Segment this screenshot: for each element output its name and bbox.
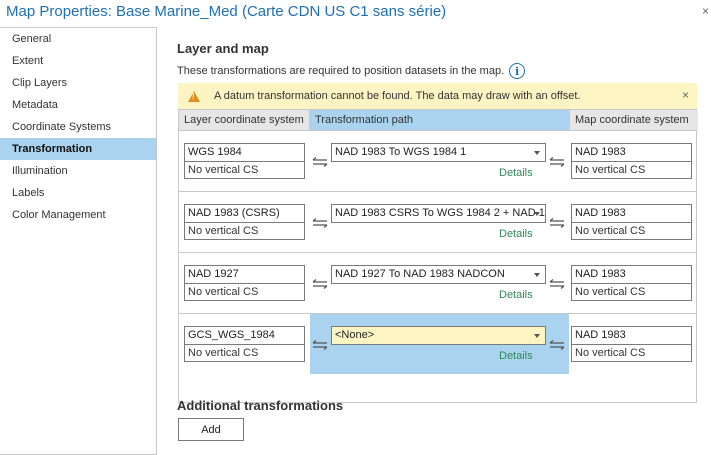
map-cs-box: NAD 1983 No vertical CS — [571, 204, 692, 240]
swap-arrows-icon — [549, 340, 565, 350]
layer-cs-name: NAD 1983 (CSRS) — [185, 205, 304, 223]
column-header-transformation-path[interactable]: Transformation path — [310, 110, 569, 130]
map-cs-name: NAD 1983 — [572, 266, 691, 284]
map-cs-name: NAD 1983 — [572, 144, 691, 162]
layer-vcs-name: No vertical CS — [188, 225, 259, 237]
column-header-layer-cs[interactable]: Layer coordinate system — [179, 110, 310, 130]
details-link[interactable]: Details — [499, 289, 533, 301]
swap-arrows-icon — [312, 218, 328, 228]
section-heading-layer-and-map: Layer and map — [177, 41, 269, 56]
map-vcs-name: No vertical CS — [575, 225, 646, 237]
warning-icon — [188, 90, 200, 102]
sidebar-item-metadata[interactable]: Metadata — [0, 94, 156, 116]
chevron-down-icon — [534, 273, 540, 277]
window-title: Map Properties: Base Marine_Med (Carte C… — [6, 3, 447, 20]
chevron-down-icon — [534, 212, 540, 216]
map-vcs-name: No vertical CS — [575, 347, 646, 359]
sidebar-item-transformation[interactable]: Transformation — [0, 138, 156, 160]
content-panel: Layer and map These transformations are … — [165, 27, 711, 455]
map-vcs-name: No vertical CS — [575, 286, 646, 298]
transformation-path-value: NAD 1983 CSRS To WGS 1984 2 + NAD 1 — [335, 207, 545, 219]
chevron-down-icon — [534, 151, 540, 155]
close-icon[interactable]: × — [682, 88, 689, 102]
map-cs-name: NAD 1983 — [572, 205, 691, 223]
layer-cs-box: GCS_WGS_1984 No vertical CS — [184, 326, 305, 362]
swap-arrows-icon — [312, 279, 328, 289]
table-row[interactable]: NAD 1983 (CSRS) No vertical CS NAD 1983 … — [179, 191, 696, 252]
transformation-path-dropdown[interactable]: NAD 1983 CSRS To WGS 1984 2 + NAD 1 — [331, 204, 546, 223]
transformation-table: Layer coordinate system Transformation p… — [178, 109, 698, 403]
chevron-down-icon — [534, 334, 540, 338]
transformation-path-value: <None> — [335, 329, 375, 341]
close-icon[interactable]: × — [702, 4, 709, 18]
layer-cs-name: GCS_WGS_1984 — [185, 327, 304, 345]
swap-arrows-icon — [549, 279, 565, 289]
table-row[interactable]: NAD 1927 No vertical CS NAD 1927 To NAD … — [179, 252, 696, 313]
layer-vcs-name: No vertical CS — [188, 347, 259, 359]
map-vcs-name: No vertical CS — [575, 164, 646, 176]
sidebar-item-clip-layers[interactable]: Clip Layers — [0, 72, 156, 94]
sidebar-item-coordinate-systems[interactable]: Coordinate Systems — [0, 116, 156, 138]
map-cs-box: NAD 1983 No vertical CS — [571, 326, 692, 362]
sidebar: General Extent Clip Layers Metadata Coor… — [0, 27, 157, 455]
sidebar-item-extent[interactable]: Extent — [0, 50, 156, 72]
table-row[interactable]: GCS_WGS_1984 No vertical CS <None> Detai… — [179, 313, 696, 374]
description: These transformations are required to po… — [177, 63, 526, 79]
transformation-path-value: NAD 1983 To WGS 1984 1 — [335, 146, 467, 158]
sidebar-item-color-management[interactable]: Color Management — [0, 204, 156, 226]
layer-vcs-name: No vertical CS — [188, 164, 259, 176]
column-header-map-cs[interactable]: Map coordinate system — [569, 110, 698, 130]
transformation-path-value: NAD 1927 To NAD 1983 NADCON — [335, 268, 505, 280]
sidebar-item-labels[interactable]: Labels — [0, 182, 156, 204]
map-cs-box: NAD 1983 No vertical CS — [571, 143, 692, 179]
transformation-path-dropdown[interactable]: NAD 1927 To NAD 1983 NADCON — [331, 265, 546, 284]
swap-arrows-icon — [312, 157, 328, 167]
table-row[interactable]: WGS 1984 No vertical CS NAD 1983 To WGS … — [179, 130, 696, 191]
title-bar: Map Properties: Base Marine_Med (Carte C… — [0, 0, 711, 27]
add-button[interactable]: Add — [178, 418, 244, 441]
sidebar-item-general[interactable]: General — [0, 28, 156, 50]
sidebar-item-illumination[interactable]: Illumination — [0, 160, 156, 182]
warning-banner: A datum transformation cannot be found. … — [178, 83, 697, 109]
map-cs-name: NAD 1983 — [572, 327, 691, 345]
layer-cs-name: WGS 1984 — [185, 144, 304, 162]
map-cs-box: NAD 1983 No vertical CS — [571, 265, 692, 301]
layer-cs-name: NAD 1927 — [185, 266, 304, 284]
details-link[interactable]: Details — [499, 167, 533, 179]
info-icon[interactable]: i — [509, 63, 526, 79]
layer-cs-box: NAD 1983 (CSRS) No vertical CS — [184, 204, 305, 240]
warning-text: A datum transformation cannot be found. … — [214, 90, 581, 102]
description-text: These transformations are required to po… — [177, 65, 505, 77]
details-link[interactable]: Details — [499, 228, 533, 240]
swap-arrows-icon — [549, 157, 565, 167]
layer-cs-box: NAD 1927 No vertical CS — [184, 265, 305, 301]
layer-vcs-name: No vertical CS — [188, 286, 259, 298]
transformation-path-dropdown[interactable]: NAD 1983 To WGS 1984 1 — [331, 143, 546, 162]
swap-arrows-icon — [549, 218, 565, 228]
details-link[interactable]: Details — [499, 350, 533, 362]
section-heading-additional-transformations: Additional transformations — [177, 398, 344, 413]
swap-arrows-icon — [312, 340, 328, 350]
layer-cs-box: WGS 1984 No vertical CS — [184, 143, 305, 179]
transformation-path-dropdown[interactable]: <None> — [331, 326, 546, 345]
